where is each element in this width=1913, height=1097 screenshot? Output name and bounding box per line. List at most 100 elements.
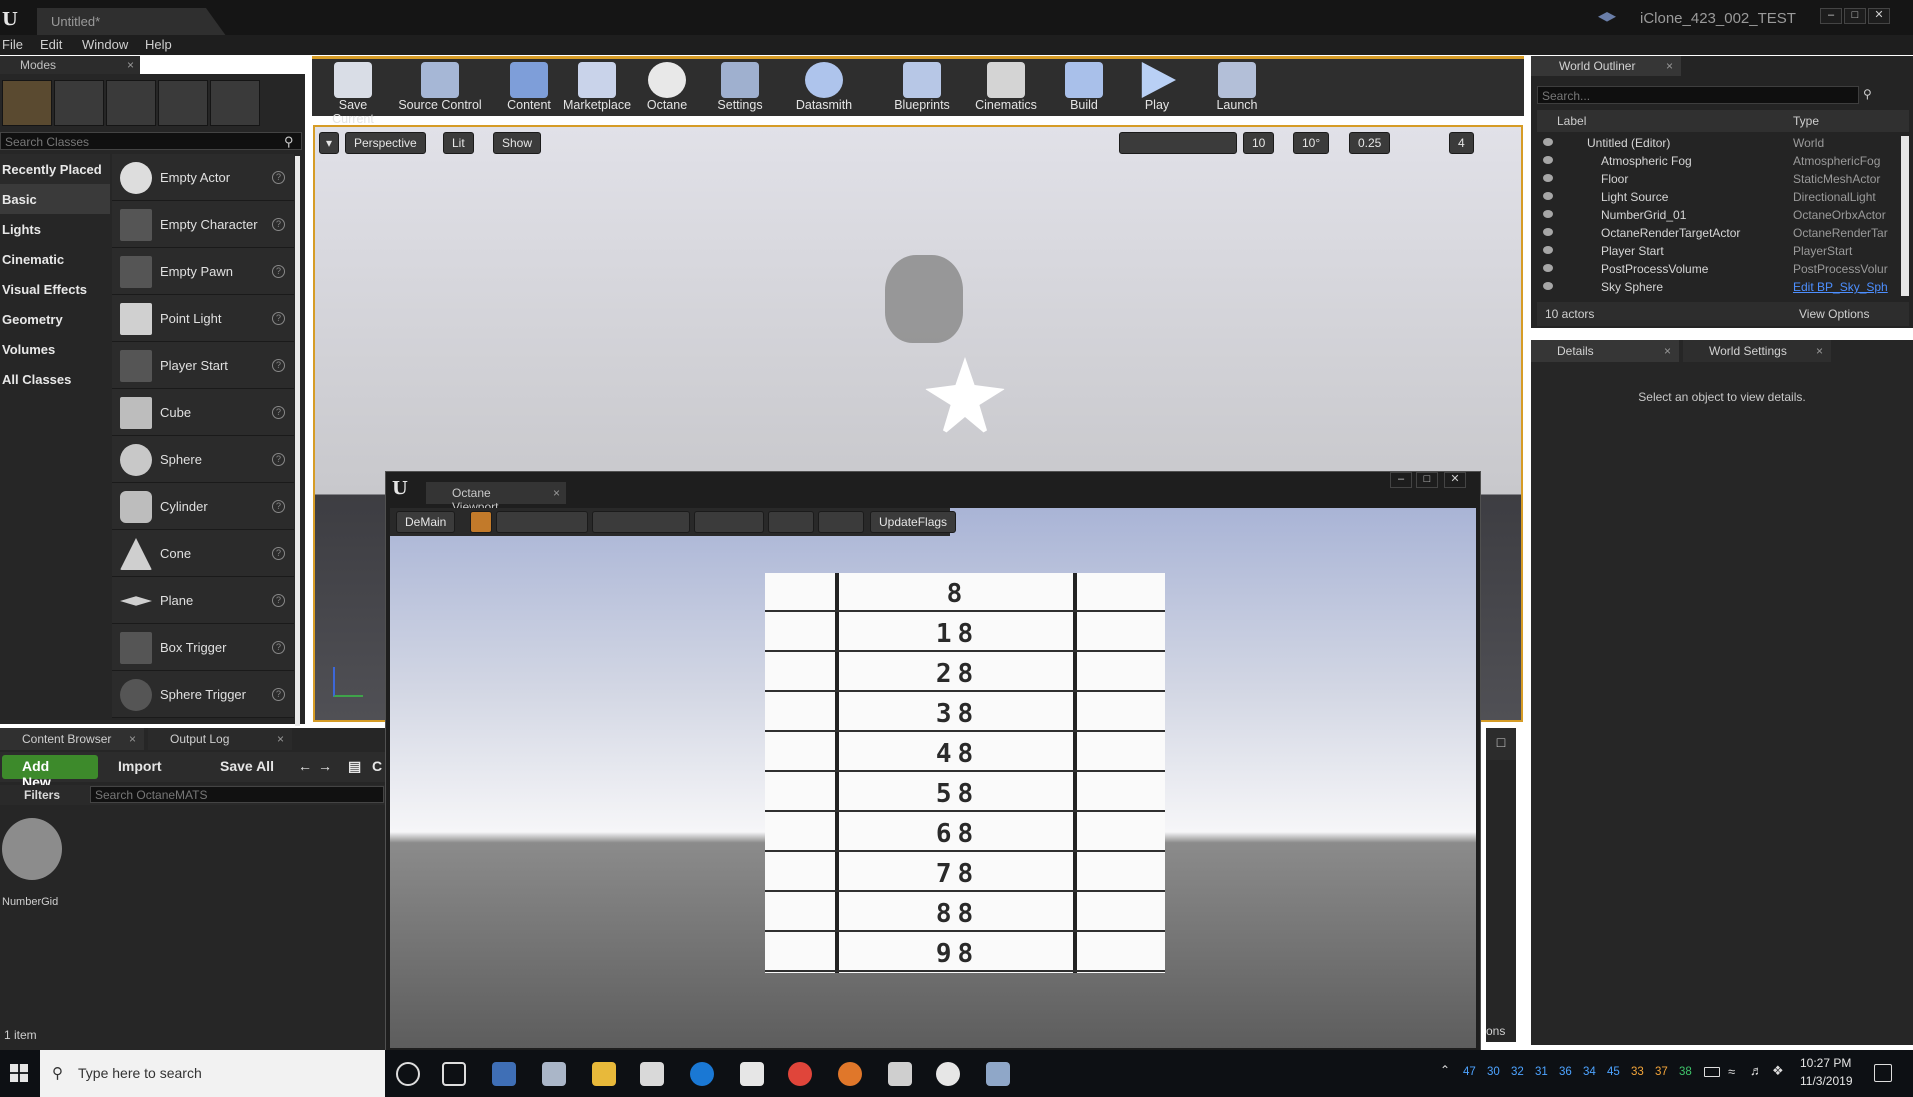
place-mode-button[interactable]	[2, 80, 52, 126]
help-icon[interactable]: ?	[272, 171, 285, 184]
world-settings-tab[interactable]: World Settings ×	[1683, 340, 1831, 362]
octane-render-area[interactable]: DeMain UpdateFlags 8 18 28 38 48 58 68 7…	[390, 508, 1476, 1048]
type-column-header[interactable]: Type	[1793, 114, 1819, 128]
paint-mode-button[interactable]	[54, 80, 104, 126]
filters-button[interactable]: Filters	[24, 788, 60, 802]
outliner-row[interactable]: Atmospheric Fog AtmosphericFog	[1537, 152, 1899, 170]
battery-icon[interactable]	[1704, 1067, 1720, 1077]
class-item[interactable]: Cone?	[112, 530, 294, 577]
rotation-snap-value[interactable]: 10°	[1293, 132, 1330, 154]
help-icon[interactable]: ?	[272, 500, 285, 513]
minimize-button[interactable]: –	[1820, 8, 1842, 24]
cinematics-button[interactable]: Cinematics	[972, 62, 1040, 116]
mail-icon[interactable]	[740, 1062, 764, 1086]
visibility-eye-icon[interactable]	[1543, 210, 1553, 218]
settings-button[interactable]: Settings	[714, 62, 766, 116]
class-item[interactable]: Player Start?	[112, 342, 294, 389]
scale-snap-value[interactable]: 0.25	[1349, 132, 1391, 154]
help-icon[interactable]: ?	[272, 359, 285, 372]
category-cinematic[interactable]: Cinematic	[0, 244, 110, 274]
close-icon[interactable]: ×	[1816, 344, 1823, 358]
help-icon[interactable]: ?	[272, 312, 285, 325]
perspective-button[interactable]: Perspective	[345, 132, 426, 154]
help-icon[interactable]: ?	[272, 406, 285, 419]
render-modes[interactable]	[592, 511, 690, 533]
category-volumes[interactable]: Volumes	[0, 334, 110, 364]
class-list-scrollbar[interactable]	[295, 156, 300, 726]
visibility-eye-icon[interactable]	[1543, 228, 1553, 236]
visibility-eye-icon[interactable]	[1543, 282, 1553, 290]
blueprints-button[interactable]: Blueprints	[890, 62, 954, 116]
source-control-button[interactable]: Source Control	[396, 62, 484, 116]
help-icon[interactable]: ?	[272, 641, 285, 654]
grid-snap-value[interactable]: 10	[1243, 132, 1275, 154]
class-item[interactable]: Empty Character?	[112, 201, 294, 248]
category-basic[interactable]: Basic	[0, 184, 110, 214]
view-options-cut[interactable]: ons	[1486, 1020, 1516, 1042]
import-button[interactable]: Import	[118, 758, 162, 774]
close-button[interactable]: ✕	[1868, 8, 1890, 24]
details-tab[interactable]: Details ×	[1531, 340, 1679, 362]
save-all-button[interactable]: Save All	[220, 758, 274, 774]
source-control-status-icon[interactable]	[1598, 12, 1616, 22]
outliner-row[interactable]: Sky Sphere Edit BP_Sky_Sph	[1537, 278, 1899, 296]
close-icon[interactable]: ×	[1664, 344, 1671, 358]
save-current-button[interactable]: Save Current	[318, 62, 388, 126]
category-visual-effects[interactable]: Visual Effects	[0, 274, 110, 304]
close-icon[interactable]: ×	[277, 732, 284, 746]
view-options-button[interactable]: View Options	[1799, 307, 1869, 321]
edge-icon[interactable]	[690, 1062, 714, 1086]
taskbar-search-input[interactable]: Type here to search	[40, 1050, 385, 1097]
outliner-row[interactable]: NumberGrid_01 OctaneOrbxActor	[1537, 206, 1899, 224]
close-icon[interactable]: ×	[1666, 59, 1673, 73]
maximize-button[interactable]: □	[1844, 8, 1866, 24]
octane-viewport-tab[interactable]: Octane Viewport ×	[426, 482, 566, 514]
octane-close-button[interactable]: ✕	[1444, 472, 1466, 488]
category-recently-placed[interactable]: Recently Placed	[0, 154, 110, 184]
class-item[interactable]: Point Light?	[112, 295, 294, 342]
class-item[interactable]: Cylinder?	[112, 483, 294, 530]
camera-speed-value[interactable]: 4	[1449, 132, 1474, 154]
path-crumb[interactable]: C	[372, 758, 382, 774]
back-arrow-icon[interactable]: ←	[298, 758, 312, 774]
class-item[interactable]: Box Trigger?	[112, 624, 294, 671]
menu-edit[interactable]: Edit	[40, 37, 62, 52]
viewport-options-button[interactable]: ▾	[319, 132, 340, 154]
class-item[interactable]: Empty Pawn?	[112, 248, 294, 295]
clock-time[interactable]: 10:27 PM	[1800, 1056, 1851, 1070]
close-icon[interactable]: ×	[553, 486, 560, 500]
foliage-mode-button[interactable]	[158, 80, 208, 126]
class-item[interactable]: Empty Actor?	[112, 154, 294, 201]
visibility-eye-icon[interactable]	[1543, 156, 1553, 164]
store-icon[interactable]	[640, 1062, 664, 1086]
asset-name[interactable]: NumberGid	[2, 896, 58, 908]
unreal-taskbar-icon[interactable]	[936, 1062, 960, 1086]
outliner-row[interactable]: OctaneRenderTargetActor OctaneRenderTar	[1537, 224, 1899, 242]
outliner-row[interactable]: PostProcessVolume PostProcessVolur	[1537, 260, 1899, 278]
folder-icon[interactable]: ▤	[348, 758, 361, 775]
lock-icon[interactable]: □	[1486, 728, 1516, 760]
search-classes-input[interactable]: Search Classes	[0, 132, 302, 150]
outliner-scrollbar[interactable]	[1901, 136, 1909, 296]
marketplace-button[interactable]: Marketplace	[562, 62, 632, 116]
show-button[interactable]: Show	[493, 132, 542, 154]
visibility-eye-icon[interactable]	[1543, 246, 1553, 254]
menu-help[interactable]: Help	[145, 37, 172, 52]
visibility-eye-icon[interactable]	[1543, 192, 1553, 200]
windows-start-icon[interactable]	[10, 1064, 28, 1082]
help-icon[interactable]: ?	[272, 688, 285, 701]
player-start-gizmo-icon[interactable]	[885, 255, 963, 343]
demain-button[interactable]: DeMain	[396, 511, 456, 533]
close-icon[interactable]: ×	[127, 58, 134, 72]
class-item[interactable]: Cube?	[112, 389, 294, 436]
iclone-taskbar-icon[interactable]	[986, 1062, 1010, 1086]
help-icon[interactable]: ?	[272, 218, 285, 231]
content-button[interactable]: Content	[504, 62, 554, 116]
play-button[interactable]: Play	[1135, 62, 1179, 116]
launch-button[interactable]: Launch	[1212, 62, 1262, 116]
octane-minimize-button[interactable]: –	[1390, 472, 1412, 488]
outliner-row[interactable]: Light Source DirectionalLight	[1537, 188, 1899, 206]
render-toggle-icon[interactable]	[470, 511, 492, 533]
output-log-tab[interactable]: Output Log ×	[148, 728, 292, 750]
content-browser-tab[interactable]: Content Browser ×	[0, 728, 144, 750]
